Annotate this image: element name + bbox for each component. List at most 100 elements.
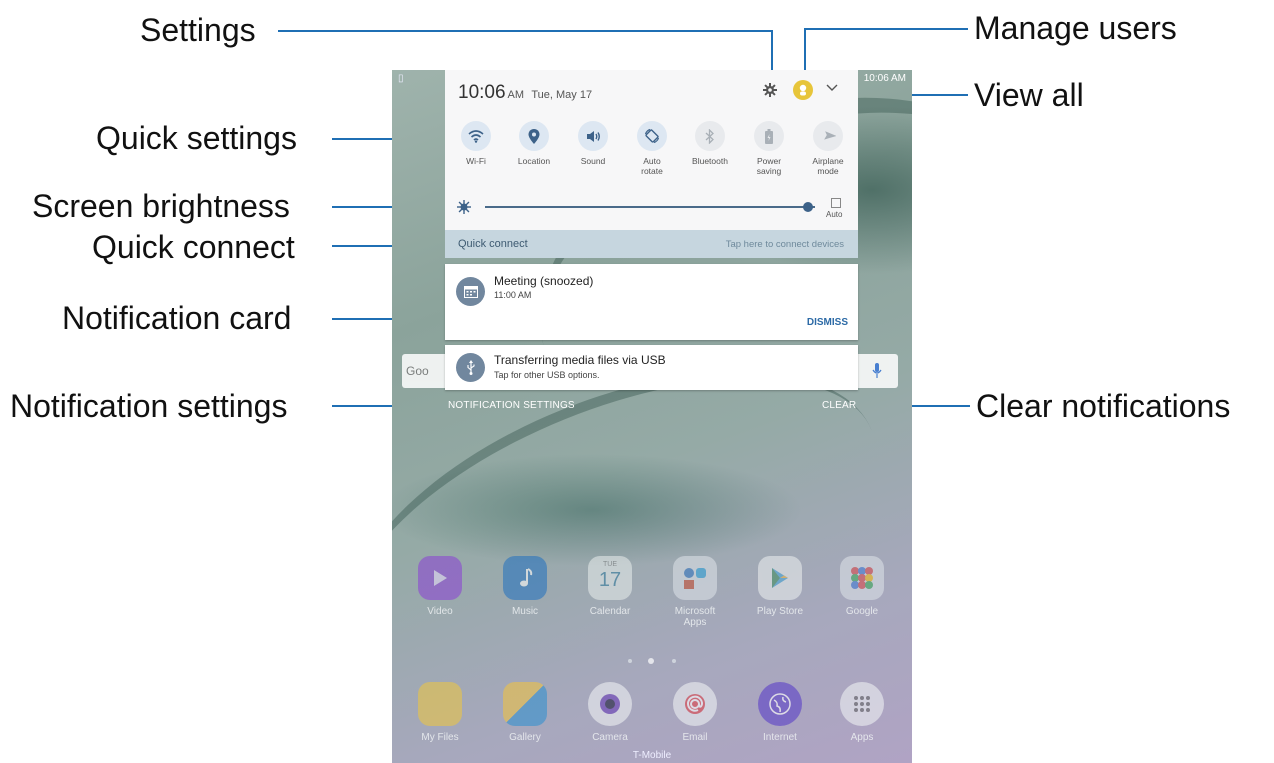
page-dot [628,659,632,663]
app-music[interactable]: Music [495,556,555,617]
app-calendar[interactable]: TUE 17 Calendar [580,556,640,617]
google-search-text: Goo [406,364,429,378]
callout-clear-notifications: Clear notifications [976,388,1231,424]
play-store-icon [772,568,788,588]
app-label: Microsoft Apps [674,606,716,628]
app-label: Calendar [589,606,631,617]
app-camera[interactable]: Camera [580,682,640,743]
callout-screen-brightness: Screen brightness [32,188,290,224]
panel-date: Tue, May 17 [531,89,593,101]
quick-setting-label: Sound [580,156,606,166]
callout-quick-settings: Quick settings [96,120,297,156]
panel-ampm: AM [507,89,525,101]
quick-setting-location[interactable]: Location [507,121,561,167]
gear-icon[interactable] [763,83,777,97]
app-email[interactable]: Email [665,682,725,743]
microsoft-apps-folder-icon [684,568,706,589]
music-note-icon [520,568,533,587]
notification-subtitle: 11:00 AM [494,290,532,300]
app-label: Google [845,606,879,617]
callout-manage-users: Manage users [974,10,1177,46]
quick-setting-airplane-mode[interactable]: Airplane mode [801,121,855,177]
app-label: Email [682,732,708,743]
email-at-icon [685,694,705,714]
brightness-slider-track[interactable] [485,206,815,208]
auto-brightness-label: Auto [826,210,843,219]
quick-setting-label: Auto rotate [641,156,663,176]
status-bar-time: 10:06 AM [863,73,906,84]
person-icon [799,84,807,96]
quick-connect-hint: Tap here to connect devices [725,239,844,250]
sound-icon [586,130,600,142]
callout-quick-connect: Quick connect [92,229,295,265]
app-label: Video [427,606,453,617]
app-video[interactable]: Video [410,556,470,617]
panel-clock: 10:06 AM Tue, May 17 [458,82,592,104]
calendar-icon [463,286,478,298]
quick-setting-power-saving[interactable]: Power saving [742,121,796,177]
battery-icon [765,128,773,144]
wifi-icon [468,130,484,143]
app-label: Music [511,606,539,617]
status-bar-notification-icon: ▯ [398,73,404,84]
notification-card-usb[interactable]: Transferring media files via USB Tap for… [445,345,858,390]
app-play-store[interactable]: Play Store [750,556,810,617]
auto-brightness-checkbox[interactable] [831,198,841,208]
app-label: Apps [850,732,874,743]
home-page-dot [648,658,654,664]
camera-lens-icon [600,694,620,714]
quick-connect-bar[interactable]: Quick connect Tap here to connect device… [445,230,858,258]
user-avatar-icon[interactable] [793,80,813,100]
notification-title: Meeting (snoozed) [494,274,594,288]
apps-grid-icon [854,696,870,712]
quick-setting-auto-rotate[interactable]: Auto rotate [625,121,679,177]
notification-panel: 10:06 AM Tue, May 17 Wi-Fi Location Sound [445,70,858,230]
brightness-slider-thumb[interactable] [803,202,814,212]
google-folder-icon [851,567,873,589]
settings-leader-line [278,30,772,32]
page-dot [672,659,676,663]
quick-setting-bluetooth[interactable]: Bluetooth [683,121,737,167]
bluetooth-icon [705,128,714,144]
notification-icon-container [456,353,485,382]
manage-users-leader-line [804,28,968,30]
app-microsoft-apps[interactable]: Microsoft Apps [665,556,725,628]
tablet-screen: ▯ 10:06 AM Goo 10:06 AM Tue, May 17 Wi-Fi [392,70,912,763]
app-label: Camera [592,732,628,743]
app-google[interactable]: Google [832,556,892,617]
notification-subtitle: Tap for other USB options. [494,370,600,380]
quick-setting-label: Power saving [756,156,782,176]
notification-icon-container [456,277,485,306]
notification-settings-button[interactable]: NOTIFICATION SETTINGS [448,400,575,411]
callout-settings: Settings [140,12,256,48]
app-label: My Files [421,732,459,743]
location-icon [528,128,540,144]
callout-notification-settings: Notification settings [10,388,288,424]
globe-icon [769,693,791,715]
airplane-icon [823,130,836,140]
app-label: Internet [763,732,797,743]
app-internet[interactable]: Internet [750,682,810,743]
play-icon [434,570,447,586]
brightness-icon [457,200,471,214]
carrier-label: T-Mobile [632,750,672,761]
panel-time: 10:06 [458,82,506,103]
quick-setting-label: Location [517,156,551,166]
quick-setting-sound[interactable]: Sound [566,121,620,167]
chevron-down-icon[interactable] [826,84,838,92]
notification-card-meeting[interactable]: Meeting (snoozed) 11:00 AM DISMISS [445,264,858,340]
clear-button[interactable]: CLEAR [822,400,856,411]
quick-setting-wifi[interactable]: Wi-Fi [449,121,503,167]
quick-setting-label: Airplane mode [812,156,844,176]
google-mic-area[interactable] [858,354,898,388]
callout-notification-card: Notification card [62,300,292,336]
app-label: Play Store [756,606,804,617]
app-apps[interactable]: Apps [832,682,892,743]
quick-connect-label: Quick connect [458,238,528,250]
app-my-files[interactable]: My Files [410,682,470,743]
app-gallery[interactable]: Gallery [495,682,555,743]
calendar-app-day: TUE [603,561,617,568]
usb-icon [466,360,475,375]
dismiss-button[interactable]: DISMISS [807,317,848,328]
auto-rotate-icon [644,128,660,144]
